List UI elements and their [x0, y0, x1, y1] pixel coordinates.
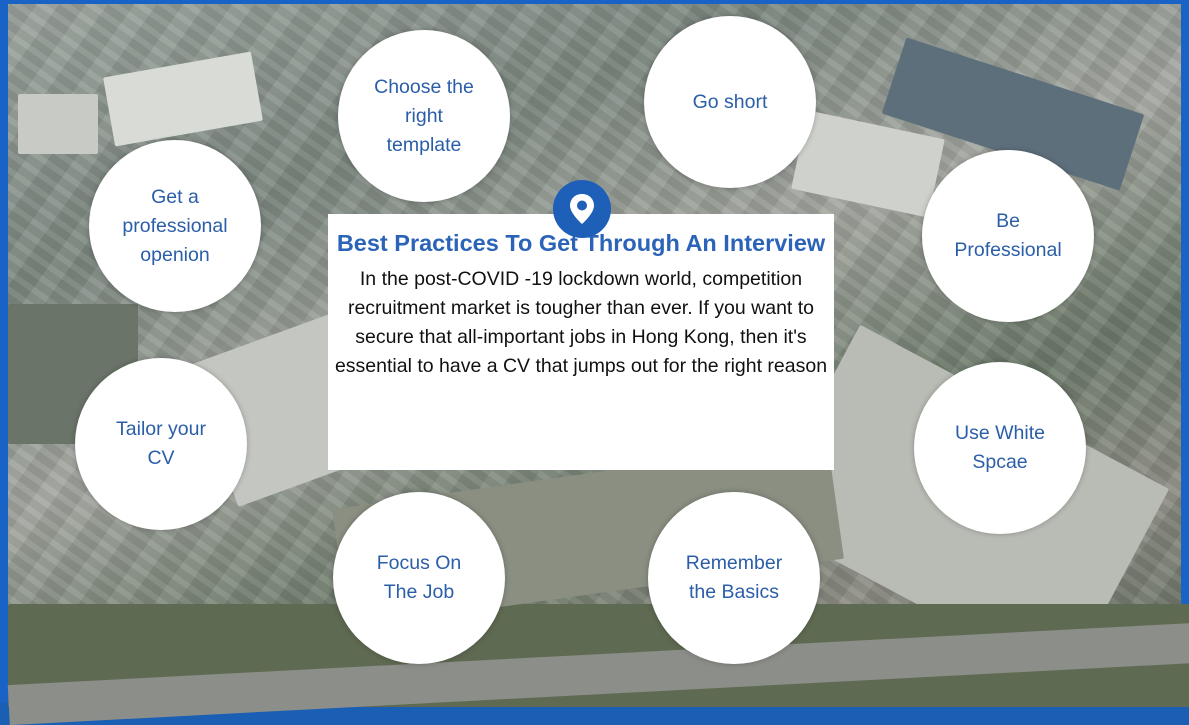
aerial-building [18, 94, 98, 154]
tip-label: Get a professional openion [122, 185, 228, 266]
tip-remember-basics: Remember the Basics [648, 492, 820, 664]
tip-tailor-cv: Tailor your CV [75, 358, 247, 530]
tip-be-professional: Be Professional [922, 150, 1094, 322]
center-info-box: Best Practices To Get Through An Intervi… [328, 214, 834, 470]
tip-go-short: Go short [644, 16, 816, 188]
tip-label: Choose the right template [374, 75, 474, 156]
tip-use-white-space: Use White Spcae [914, 362, 1086, 534]
tip-label: Tailor your CV [116, 418, 206, 469]
tip-label: Go short [692, 90, 768, 113]
tip-professional-opinion: Get a professional openion [89, 140, 261, 312]
tip-choose-template: Choose the right template [338, 30, 510, 202]
tip-label: Remember the Basics [685, 552, 783, 603]
description-text: In the post-COVID -19 lockdown world, co… [334, 268, 828, 377]
location-pin-icon [553, 180, 611, 238]
tip-focus-on-job: Focus On The Job [333, 492, 505, 664]
tip-label: Be Professional [954, 210, 1062, 261]
aerial-building [103, 51, 263, 147]
tip-label: Focus On The Job [376, 552, 462, 603]
tip-label: Use White Spcae [955, 422, 1045, 473]
location-pin-icon-glyph [570, 194, 594, 224]
